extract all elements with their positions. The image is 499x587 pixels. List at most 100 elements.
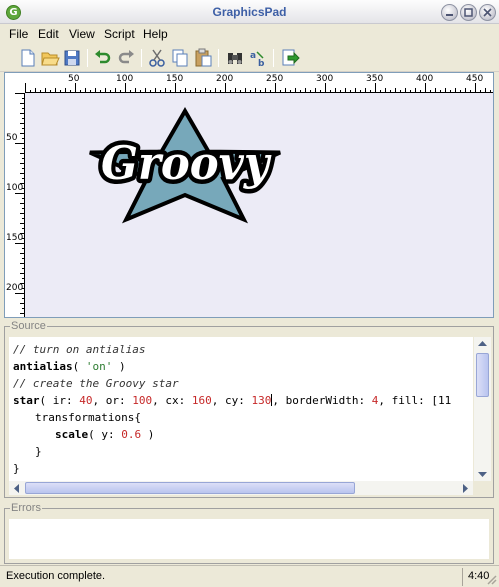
svg-text:a: a [250,51,256,61]
vruler-label: 100 [6,183,24,193]
undo-icon [95,50,111,64]
toolbar-separator [87,49,88,67]
code-line: // turn on antialias [13,343,146,356]
menu-file[interactable]: File [9,27,28,41]
source-vertical-scrollbar[interactable] [474,337,491,481]
code-token: star [13,394,40,407]
scroll-up-icon[interactable] [478,340,487,347]
horizontal-ruler: 50 100 150 200 250 300 350 400 450 [25,73,493,93]
status-message: Execution complete. [6,570,106,582]
code-string: 'on' [85,360,113,373]
source-horizontal-scrollbar[interactable] [9,481,473,495]
code-token: antialias [13,360,73,373]
errors-panel: Errors [4,502,494,564]
save-button[interactable] [62,48,82,68]
menu-bar: File Edit View Script Help [0,24,499,44]
resize-grip-icon[interactable] [486,574,497,585]
scissors-icon [149,49,165,67]
code-line: scale( y: 0.6 ) [55,428,154,441]
source-editor[interactable]: // turn on antialias antialias( 'on' ) /… [9,337,473,481]
code-token: ) [141,428,155,441]
open-folder-icon [41,52,60,66]
code-number: 100 [132,394,153,407]
code-token: ) [112,360,126,373]
copy-button[interactable] [170,48,190,68]
toolbar-separator [273,49,274,67]
close-icon [483,8,492,17]
hruler-label: 350 [366,74,384,84]
binoculars-icon [228,53,242,64]
redo-button[interactable] [116,48,136,68]
code-token: , or: [92,394,133,407]
paste-button[interactable] [193,48,213,68]
code-token: , borderWidth: [272,394,372,407]
code-line: star( ir: 40, or: 100, cx: 160, cy: 130,… [13,394,451,407]
errors-output[interactable] [9,519,489,559]
vertical-ruler: 50 100 150 200 [5,93,25,317]
hruler-label: 450 [466,74,484,84]
groovy-logo-drawing: Groovy [89,107,281,224]
close-button[interactable] [479,4,496,21]
maximize-button[interactable] [460,4,477,21]
toolbar-separator [218,49,219,67]
replace-button[interactable]: ab [248,48,268,69]
vruler-label: 200 [6,283,24,293]
hruler-label: 150 [166,74,184,84]
find-button[interactable] [225,48,245,68]
code-number: 0.6 [121,428,142,441]
code-token: , cy: [211,394,252,407]
code-line: transformations{ [35,411,141,424]
hruler-label: 50 [68,74,80,84]
redo-icon [118,50,134,64]
graphics-canvas[interactable]: 50 100 150 200 250 300 350 400 450 50 10… [4,72,494,318]
undo-button[interactable] [93,48,113,68]
code-line: } [35,445,42,458]
vruler-label: 50 [6,133,18,143]
hruler-label: 300 [316,74,334,84]
scroll-left-icon[interactable] [13,484,20,493]
scroll-right-icon[interactable] [462,484,469,493]
maximize-icon [464,8,473,17]
menu-script[interactable]: Script [104,27,135,41]
open-file-button[interactable] [40,48,60,68]
clipboard-icon [195,48,212,67]
code-number: 40 [79,394,93,407]
errors-panel-label: Errors [10,502,42,514]
hruler-label: 200 [216,74,234,84]
source-panel-label: Source [10,320,47,332]
vruler-label: 150 [6,233,24,243]
source-panel: Source // turn on antialias antialias( '… [4,320,494,498]
run-script-icon [282,49,300,66]
run-script-button[interactable] [280,48,300,68]
code-line: antialias( 'on' ) [13,360,126,373]
minimize-button[interactable] [441,4,458,21]
status-bar: Execution complete. 4:40 [0,565,499,587]
menu-edit[interactable]: Edit [38,27,59,41]
menu-view[interactable]: View [69,27,95,41]
code-number: 130 [251,394,272,407]
code-token: ( [72,360,86,373]
scroll-down-icon[interactable] [478,471,487,478]
menu-help[interactable]: Help [143,27,168,41]
hruler-label: 100 [116,74,134,84]
window-title: GraphicsPad [212,5,287,19]
replace-icon: ab [250,51,265,69]
minimize-icon [446,14,453,16]
code-line: } [13,462,20,475]
cut-button[interactable] [147,48,167,68]
copy-icon [172,49,188,67]
vertical-scroll-thumb[interactable] [476,353,489,397]
hruler-label: 400 [416,74,434,84]
new-file-button[interactable] [18,48,38,68]
code-token: , fill: [11 [378,394,452,407]
code-line: // create the Groovy star [13,377,179,390]
new-file-icon [21,49,35,67]
code-token: ( y: [88,428,122,441]
title-bar: G GraphicsPad [0,0,499,24]
code-token: ( ir: [39,394,80,407]
code-token: , cx: [152,394,192,407]
horizontal-scroll-thumb[interactable] [25,482,355,494]
hruler-label: 250 [266,74,284,84]
code-token: scale [55,428,89,441]
svg-text:b: b [258,59,265,68]
